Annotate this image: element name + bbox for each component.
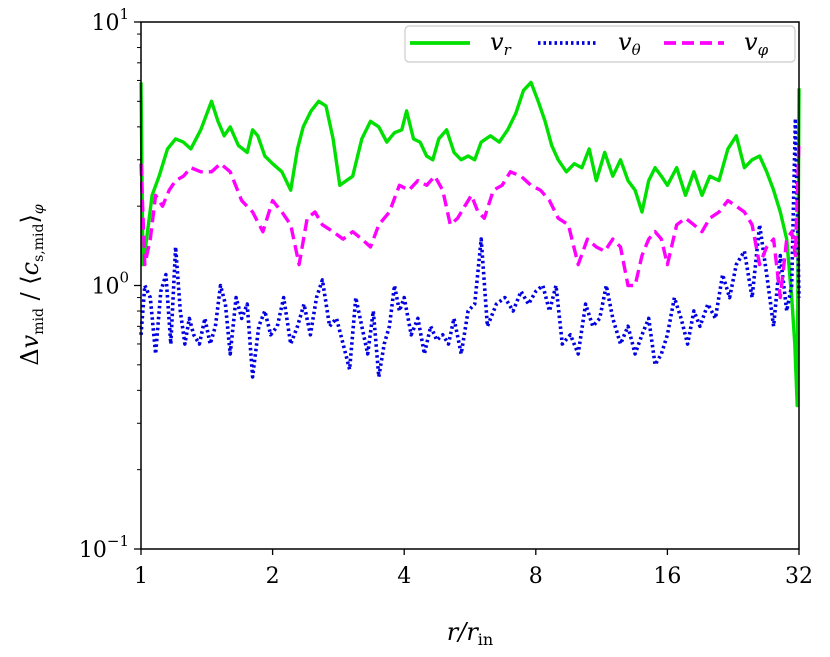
y-tick-label: 101 (91, 5, 129, 36)
y-axis-ticks: 10−1 100 101 (79, 5, 141, 563)
plot-background (141, 22, 799, 549)
x-axis-ticks: 1 2 4 8 16 32 (134, 549, 813, 589)
x-axis-label: r/rin (447, 618, 493, 649)
x-tick-label: 4 (397, 564, 411, 589)
x-tick-label: 32 (785, 564, 813, 589)
y-tick-label: 10−1 (79, 532, 129, 563)
x-tick-label: 16 (653, 564, 681, 589)
svg-text:Δvmid / ⟨cs,mid⟩φ: Δvmid / ⟨cs,mid⟩φ (16, 204, 47, 366)
y-tick-label: 100 (91, 269, 129, 300)
chart: 1 2 4 8 16 32 10−1 100 101 r/rin Δvmid / ⟨cs,mi… (16, 5, 813, 649)
x-tick-label: 1 (134, 564, 148, 589)
x-tick-label: 2 (266, 564, 280, 589)
x-tick-label: 8 (529, 564, 543, 589)
legend: vr vθ vφ (404, 25, 796, 63)
plot-area (141, 22, 799, 549)
y-axis-label: Δvmid / ⟨cs,mid⟩φ (16, 204, 47, 366)
